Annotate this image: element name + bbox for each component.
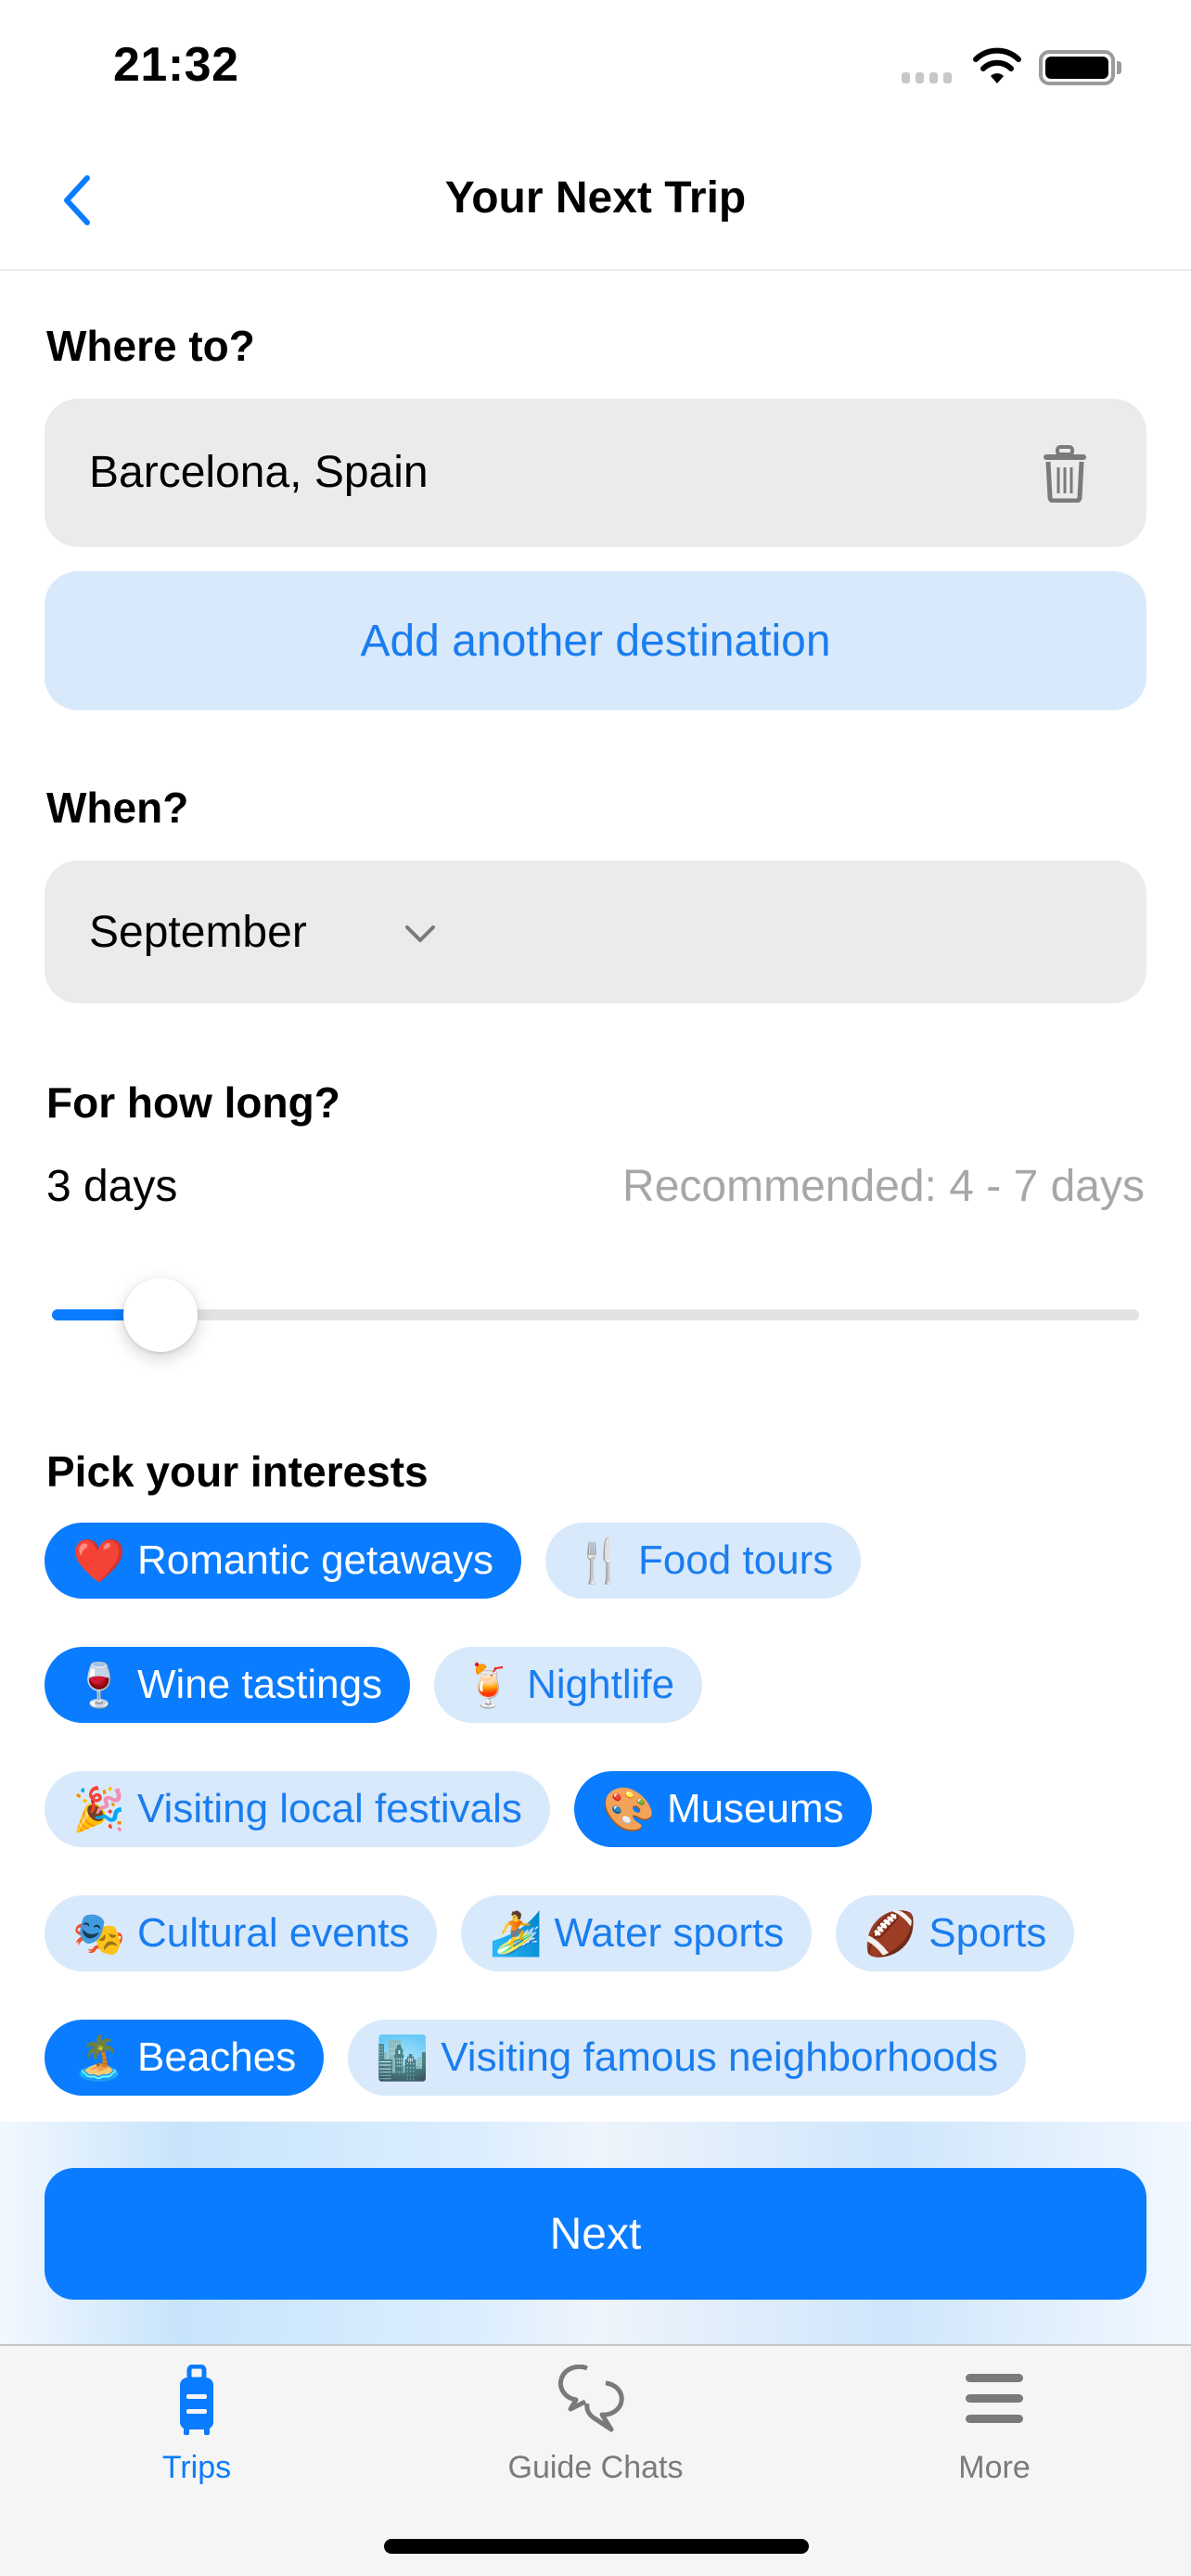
month-select[interactable]: September xyxy=(45,861,1146,1003)
interest-chip[interactable]: 🎨 Museums xyxy=(573,1771,872,1847)
interest-chip-label: Visiting local festivals xyxy=(137,1786,522,1831)
interest-emoji-icon: 🏙️ xyxy=(376,2033,429,2083)
wifi-icon xyxy=(973,47,1021,83)
next-button[interactable]: Next xyxy=(45,2168,1146,2300)
battery-cap xyxy=(1117,61,1121,74)
interest-chip-label: Wine tastings xyxy=(137,1662,383,1707)
interest-chip-label: Food tours xyxy=(637,1537,834,1583)
interests-label: Pick your interests xyxy=(46,1447,429,1496)
interest-emoji-icon: 🏄 xyxy=(489,1908,543,1958)
interest-chip-label: Cultural events xyxy=(137,1910,410,1956)
interest-chip[interactable]: ❤️ Romantic getaways xyxy=(45,1523,521,1599)
tab-guide-chats[interactable]: Guide Chats xyxy=(456,2365,735,2494)
tab-more[interactable]: More xyxy=(855,2365,1133,2494)
interest-chip[interactable]: 🍹 Nightlife xyxy=(434,1647,703,1723)
interest-chip-label: Romantic getaways xyxy=(137,1537,493,1583)
tab-label: Trips xyxy=(161,2450,232,2485)
when-label: When? xyxy=(46,784,189,832)
add-destination-button[interactable]: Add another destination xyxy=(45,571,1146,710)
tab-label: More xyxy=(958,2450,1031,2485)
page-title: Your Next Trip xyxy=(444,173,747,223)
nav-divider xyxy=(0,269,1191,271)
interest-emoji-icon: 🎨 xyxy=(601,1784,656,1834)
interest-chip-label: Beaches xyxy=(137,2034,297,2080)
interest-chip-label: Water sports xyxy=(554,1910,785,1956)
battery-icon xyxy=(1039,50,1115,85)
interest-emoji-icon: 🍷 xyxy=(72,1660,126,1710)
interest-chip-label: Visiting famous neighborhoods xyxy=(441,2034,999,2080)
interest-chip[interactable]: 🍴 Food tours xyxy=(544,1523,862,1599)
status-time: 21:32 xyxy=(113,38,239,92)
interest-chip-label: Nightlife xyxy=(527,1662,675,1707)
duration-slider[interactable] xyxy=(52,1278,1139,1352)
month-value: September xyxy=(89,908,307,957)
slider-thumb[interactable] xyxy=(123,1278,198,1352)
interest-emoji-icon: 🍹 xyxy=(462,1660,516,1710)
duration-value: 3 days xyxy=(46,1162,178,1211)
interest-emoji-icon: 🏈 xyxy=(864,1908,917,1958)
interest-emoji-icon: 🏝️ xyxy=(72,2033,126,2083)
chevron-down-icon xyxy=(405,925,435,942)
interest-emoji-icon: 🎭 xyxy=(72,1908,126,1958)
tab-label: Guide Chats xyxy=(507,2450,684,2485)
menu-icon xyxy=(966,2374,1023,2423)
interest-chip-label: Museums xyxy=(666,1786,844,1831)
tab-trips[interactable]: Trips xyxy=(58,2365,336,2494)
home-indicator[interactable] xyxy=(384,2539,809,2554)
cellular-signal-icon xyxy=(902,72,952,83)
interest-emoji-icon: ❤️ xyxy=(72,1536,126,1586)
interest-chip[interactable]: 🍷 Wine tastings xyxy=(45,1647,411,1723)
interest-chip-label: Sports xyxy=(928,1910,1047,1956)
trash-icon[interactable] xyxy=(1041,445,1089,503)
interest-chip[interactable]: 🏄 Water sports xyxy=(461,1895,813,1971)
interest-chip[interactable]: 🎉 Visiting local festivals xyxy=(45,1771,550,1847)
interest-chip[interactable]: 🏝️ Beaches xyxy=(45,2020,325,2096)
destination-field[interactable]: Barcelona, Spain xyxy=(45,399,1146,547)
duration-label: For how long? xyxy=(46,1078,340,1127)
destination-value: Barcelona, Spain xyxy=(89,448,429,497)
interest-emoji-icon: 🎉 xyxy=(72,1784,126,1834)
interest-chip[interactable]: 🎭 Cultural events xyxy=(45,1895,438,1971)
interest-chip[interactable]: 🏙️ Visiting famous neighborhoods xyxy=(348,2020,1027,2096)
duration-recommendation: Recommended: 4 - 7 days xyxy=(622,1162,1145,1211)
chat-bubbles-icon xyxy=(557,2365,624,2432)
interest-emoji-icon: 🍴 xyxy=(572,1536,627,1586)
interest-chip[interactable]: 🏈 Sports xyxy=(836,1895,1075,1971)
where-to-label: Where to? xyxy=(46,322,255,370)
suitcase-icon xyxy=(180,2365,213,2435)
